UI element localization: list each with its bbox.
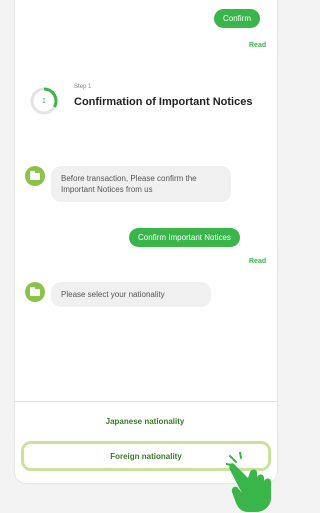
confirm-notices-sent-bubble: Confirm Important Notices [129, 228, 240, 247]
folder-icon [30, 286, 40, 296]
confirm-sent-text: Confirm [223, 14, 252, 23]
bot-avatar [25, 282, 45, 302]
bot-message-bubble: Please select your nationality [51, 282, 211, 307]
step-progress-icon: 1 [30, 87, 58, 115]
chat-screen: Confirm Read 1 Step 1 Confirmation of Im… [14, 0, 278, 484]
foreign-nationality-label: Foreign nationality [110, 451, 182, 461]
read-receipt: Read [249, 258, 267, 265]
bot-message-bubble: Before transaction, Please confirm the I… [51, 166, 231, 202]
step-label: Step 1 [74, 84, 92, 90]
confirm-notices-sent-text: Confirm Important Notices [138, 233, 231, 242]
folder-icon [30, 170, 40, 180]
japanese-nationality-option[interactable]: Japanese nationality [35, 417, 255, 426]
pointing-hand-icon [226, 452, 271, 512]
confirm-sent-bubble: Confirm [214, 9, 261, 28]
read-receipt: Read [249, 42, 267, 49]
svg-text:1: 1 [42, 98, 46, 105]
step-title: Confirmation of Important Notices [74, 96, 253, 108]
bot-message-text: Before transaction, Please confirm the I… [61, 174, 197, 194]
bot-message-text: Please select your nationality [61, 290, 165, 299]
bot-avatar [25, 166, 45, 186]
divider [15, 401, 277, 402]
step-header: 1 Step 1 Confirmation of Important Notic… [29, 82, 269, 132]
